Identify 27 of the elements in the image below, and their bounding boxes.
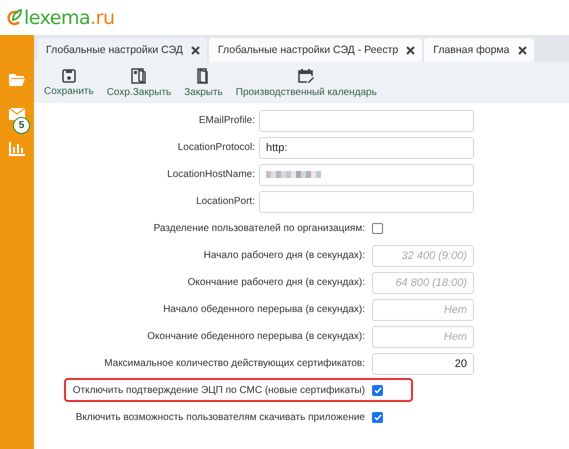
- field-label: EMailProfile:: [198, 115, 255, 126]
- field-label: LocationPort:: [195, 196, 255, 207]
- toolbar-button[interactable]: Сохр.Закрыть: [106, 68, 172, 98]
- number-field[interactable]: 32 400 (9:00): [372, 244, 474, 266]
- number-field[interactable]: 20: [372, 352, 474, 374]
- field-label: LocationHostName:: [166, 169, 255, 180]
- field-label: Окончание обеденного перерыва (в секундах):: [146, 331, 365, 342]
- field-label: Начало рабочего дня (в секундах):: [202, 250, 365, 261]
- field-label: Начало обеденного перерыва (в секундах):: [162, 304, 365, 315]
- tab[interactable]: Глобальные настройки СЭД - Реестр: [208, 38, 422, 62]
- toolbar-button[interactable]: Сохранить: [44, 68, 94, 96]
- field-label: LocationProtocol:: [176, 142, 255, 153]
- logo-text: lexema.ru: [24, 6, 115, 28]
- field-label: Окончание рабочего дня (в секундах):: [186, 277, 365, 288]
- number-field[interactable]: Нет: [372, 326, 474, 348]
- input-field[interactable]: http:: [259, 136, 474, 158]
- field-label: Максимальное количество действующих сертификатов:: [103, 358, 365, 369]
- field-label: Включить возможность пользователям скачивать приложение: [74, 412, 365, 423]
- number-field[interactable]: 64 800 (18:00): [372, 272, 474, 294]
- toolbar-button[interactable]: Закрыть: [184, 68, 223, 98]
- tab[interactable]: Главная форма: [424, 38, 534, 62]
- tab[interactable]: Глобальные настройки СЭД: [37, 38, 207, 62]
- field-label: Отключить подтверждение ЭЦП по СМС (новые сертификаты): [72, 385, 365, 396]
- toolbar-button[interactable]: Производственный календарь: [236, 68, 377, 98]
- count-badge: 5: [13, 117, 30, 134]
- field-label: Разделение пользователей по организациям:: [152, 223, 365, 234]
- number-field[interactable]: Нет: [372, 298, 474, 320]
